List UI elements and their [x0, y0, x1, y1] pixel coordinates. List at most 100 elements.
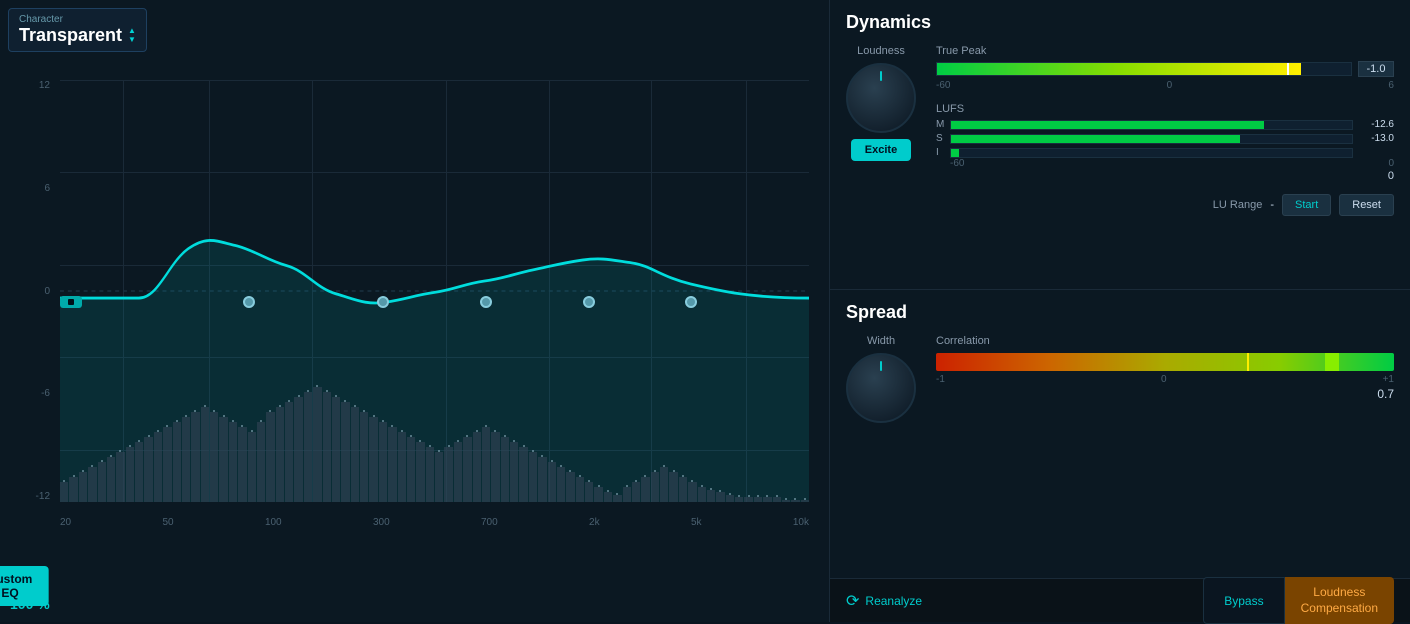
spectrum-bar [369, 417, 377, 502]
spectrum-bar [707, 490, 715, 503]
x-label-100: 100 [265, 517, 282, 528]
arrow-down-icon: ▼ [128, 36, 136, 44]
spectrum-bar [754, 497, 762, 502]
true-peak-bar-container [936, 62, 1352, 76]
scale-6: 6 [1388, 80, 1394, 91]
lufs-bar-m [951, 121, 1264, 129]
loudness-compensation-button[interactable]: LoudnessCompensation [1285, 577, 1394, 624]
true-peak-bar [937, 63, 1301, 75]
true-peak-scale: -60 0 6 [936, 80, 1394, 91]
true-peak-marker [1287, 63, 1289, 75]
lu-reset-button[interactable]: Reset [1339, 194, 1394, 216]
eq-node-1[interactable] [243, 296, 255, 308]
spectrum-bar [69, 477, 77, 502]
character-selector[interactable]: Character Transparent ▲ ▼ [8, 8, 147, 52]
true-peak-section: True Peak -1.0 -60 0 6 [936, 45, 1394, 91]
y-label-6: 6 [44, 183, 50, 194]
reanalyze-label: Reanalyze [865, 594, 922, 608]
width-knob[interactable] [846, 353, 916, 423]
spectrum-bar [313, 387, 321, 502]
width-knob-indicator [880, 361, 882, 371]
correlation-title: Correlation [936, 335, 1394, 347]
x-label-10k: 10k [793, 517, 809, 528]
spectrum-bar [257, 422, 265, 502]
spectrum-bar [323, 392, 331, 502]
spectrum-bar [229, 422, 237, 502]
bottom-bar: ⟳ Reanalyze Bypass LoudnessCompensation [830, 578, 1410, 622]
spectrum-bar [294, 397, 302, 502]
correlation-marker [1247, 353, 1249, 371]
true-peak-title: True Peak [936, 45, 1394, 57]
spectrum-bar [416, 442, 424, 502]
lufs-row-m: M -12.6 [936, 119, 1394, 130]
spectrum-bar [116, 452, 124, 502]
lu-controls: LU Range - Start Reset [936, 194, 1394, 216]
spectrum-bar [60, 482, 68, 502]
spectrum-bar [154, 432, 162, 502]
lufs-row-s: S -13.0 [936, 133, 1394, 144]
spectrum-bar [566, 472, 574, 502]
eq-panel: Character Transparent ▲ ▼ 12 6 0 -6 -12 [0, 0, 830, 622]
eq-node-2[interactable] [377, 296, 389, 308]
spectrum-bar [276, 407, 284, 502]
y-label-0: 0 [44, 286, 50, 297]
loudness-knob-indicator [880, 71, 882, 81]
spectrum-bar [388, 427, 396, 502]
spectrum-bar [248, 432, 256, 502]
correlation-value: 0.7 [936, 387, 1394, 401]
custom-eq-btn[interactable]: Custom EQ [0, 566, 48, 606]
loudness-comp-label: LoudnessCompensation [1301, 585, 1378, 615]
spectrum-bar [135, 442, 143, 502]
spread-content: Width Correlation [846, 335, 1394, 423]
true-peak-row: -1.0 [936, 61, 1394, 77]
width-label: Width [867, 335, 895, 347]
spectrum-bar [801, 500, 809, 503]
loudness-knob[interactable] [846, 63, 916, 133]
spectrum-bar [791, 500, 799, 503]
reanalyze-button[interactable]: ⟳ Reanalyze [846, 591, 922, 611]
lu-start-button[interactable]: Start [1282, 194, 1331, 216]
dynamics-content: Loudness Excite True Peak [846, 45, 1394, 216]
main-container: Character Transparent ▲ ▼ 12 6 0 - 6 -12 [0, 0, 1410, 622]
spectrum-bar [641, 477, 649, 502]
x-axis: 20 50 100 300 700 2k 5k 10k [60, 512, 809, 542]
excite-button[interactable]: Excite [851, 139, 911, 161]
spectrum-bar [191, 412, 199, 502]
spectrum-bar [398, 432, 406, 502]
spectrum-bar [435, 452, 443, 502]
character-value: Transparent ▲ ▼ [19, 25, 136, 46]
spectrum-bar [782, 500, 790, 503]
spectrum-bar [473, 432, 481, 502]
corr-scale-0: 0 [1161, 374, 1167, 385]
x-label-2k: 2k [589, 517, 600, 528]
lufs-value-m: -12.6 [1359, 119, 1394, 130]
spectrum-bar [182, 417, 190, 502]
eq-node-5[interactable] [685, 296, 697, 308]
lufs-channel-m: M [936, 119, 944, 130]
bypass-button[interactable]: Bypass [1203, 577, 1284, 624]
spectrum-bar [688, 482, 696, 502]
correlation-bar-container [936, 353, 1394, 371]
y-label-neg12: -12 [36, 491, 50, 502]
eq-node-3[interactable] [480, 296, 492, 308]
lufs-rows: M -12.6 S [936, 119, 1394, 158]
correlation-scale: -1 0 +1 [936, 374, 1394, 385]
x-label-50: 50 [162, 517, 173, 528]
spectrum-bar [744, 497, 752, 502]
lu-range-value: - [1270, 199, 1274, 211]
spectrum-bar [548, 462, 556, 502]
spectrum-bar [341, 402, 349, 502]
spectrum-bar [238, 427, 246, 502]
spectrum-bar [529, 452, 537, 502]
lufs-channel-i: I [936, 147, 944, 158]
eq-node-4[interactable] [583, 296, 595, 308]
y-label-12: 12 [39, 80, 50, 91]
low-cut-button[interactable] [60, 296, 82, 308]
spectrum-bar [716, 492, 724, 502]
spectrum-bar [463, 437, 471, 502]
spectrum-bar [107, 457, 115, 502]
spectrum-bar [501, 437, 509, 502]
spectrum-bar [604, 492, 612, 502]
lufs-bar-s-container [950, 134, 1353, 144]
spectrum-bar [173, 422, 181, 502]
